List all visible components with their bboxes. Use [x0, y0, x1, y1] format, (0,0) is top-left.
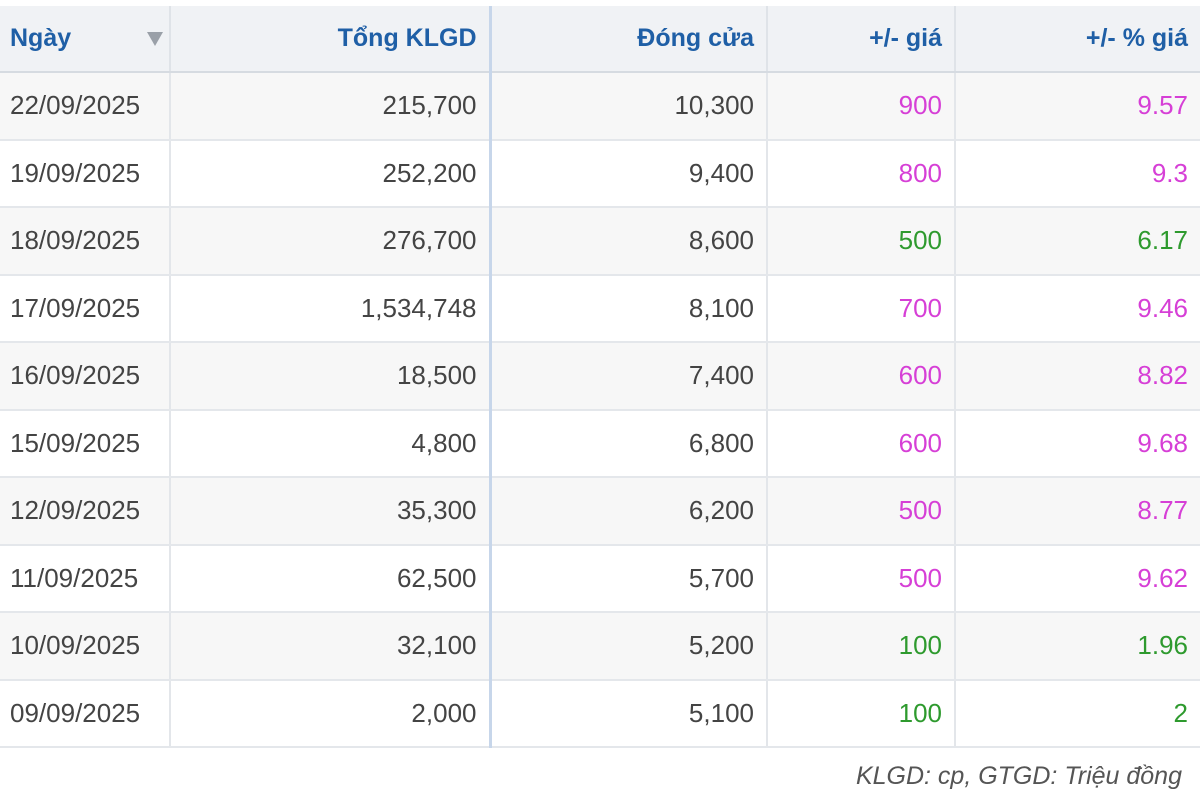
cell-volume: 32,100 — [170, 612, 492, 681]
cell-change-pct: 8.77 — [955, 477, 1200, 546]
header-volume[interactable]: Tổng KLGD — [170, 6, 492, 73]
cell-change: 600 — [767, 342, 956, 411]
cell-change: 500 — [767, 544, 956, 613]
cell-volume: 35,300 — [170, 477, 492, 546]
cell-date: 19/09/2025 — [0, 139, 171, 208]
cell-change-pct: 2 — [955, 679, 1200, 748]
cell-change: 100 — [767, 679, 956, 748]
cell-close: 5,200 — [490, 612, 768, 681]
cell-date: 22/09/2025 — [0, 72, 171, 141]
table-body: 22/09/2025 215,700 10,300 900 9.57 19/09/2025… — [0, 72, 1200, 748]
cell-change: 800 — [767, 139, 956, 208]
cell-volume: 1,534,748 — [170, 274, 492, 343]
cell-change: 900 — [767, 72, 956, 141]
header-date-label: Ngày — [10, 24, 72, 52]
cell-change-pct: 9.68 — [955, 409, 1200, 478]
cell-change-pct: 9.3 — [955, 139, 1200, 208]
cell-change-pct: 8.82 — [955, 342, 1200, 411]
cell-close: 9,400 — [490, 139, 768, 208]
cell-volume: 252,200 — [170, 139, 492, 208]
table-row[interactable]: 12/09/2025 35,300 6,200 500 8.77 — [0, 477, 1200, 546]
cell-volume: 2,000 — [170, 679, 492, 748]
cell-date: 11/09/2025 — [0, 544, 171, 613]
cell-change: 600 — [767, 409, 956, 478]
header-change[interactable]: +/- giá — [767, 6, 956, 73]
cell-close: 5,700 — [490, 544, 768, 613]
cell-change: 500 — [767, 477, 956, 546]
table-row[interactable]: 15/09/2025 4,800 6,800 600 9.68 — [0, 409, 1200, 478]
cell-close: 7,400 — [490, 342, 768, 411]
table-row[interactable]: 16/09/2025 18,500 7,400 600 8.82 — [0, 342, 1200, 411]
cell-change-pct: 6.17 — [955, 207, 1200, 276]
cell-date: 09/09/2025 — [0, 679, 171, 748]
cell-close: 8,600 — [490, 207, 768, 276]
header-close[interactable]: Đóng cửa — [490, 6, 768, 73]
cell-change: 700 — [767, 274, 956, 343]
table-row[interactable]: 19/09/2025 252,200 9,400 800 9.3 — [0, 139, 1200, 208]
cell-volume: 18,500 — [170, 342, 492, 411]
price-history-table: Ngày Tổng KLGD Đóng cửa +/- giá +/- % gi… — [0, 6, 1200, 748]
table-header-row: Ngày Tổng KLGD Đóng cửa +/- giá +/- % gi… — [0, 6, 1200, 73]
table-row[interactable]: 17/09/2025 1,534,748 8,100 700 9.46 — [0, 274, 1200, 343]
cell-volume: 4,800 — [170, 409, 492, 478]
cell-close: 6,800 — [490, 409, 768, 478]
units-footnote: KLGD: cp, GTGD: Triệu đồng — [855, 762, 1182, 790]
cell-date: 17/09/2025 — [0, 274, 171, 343]
sort-down-icon[interactable] — [147, 31, 163, 46]
cell-change-pct: 1.96 — [955, 612, 1200, 681]
cell-close: 6,200 — [490, 477, 768, 546]
cell-close: 8,100 — [490, 274, 768, 343]
cell-change: 500 — [767, 207, 956, 276]
header-date[interactable]: Ngày — [0, 6, 171, 73]
cell-change-pct: 9.46 — [955, 274, 1200, 343]
cell-change: 100 — [767, 612, 956, 681]
cell-volume: 215,700 — [170, 72, 492, 141]
cell-volume: 276,700 — [170, 207, 492, 276]
table-row[interactable]: 10/09/2025 32,100 5,200 100 1.96 — [0, 612, 1200, 681]
cell-change-pct: 9.62 — [955, 544, 1200, 613]
table-row[interactable]: 09/09/2025 2,000 5,100 100 2 — [0, 679, 1200, 748]
header-change-pct[interactable]: +/- % giá — [955, 6, 1200, 73]
price-history-panel: Ngày Tổng KLGD Đóng cửa +/- giá +/- % gi… — [0, 0, 1200, 800]
cell-close: 10,300 — [490, 72, 768, 141]
cell-change-pct: 9.57 — [955, 72, 1200, 141]
cell-volume: 62,500 — [170, 544, 492, 613]
table-row[interactable]: 22/09/2025 215,700 10,300 900 9.57 — [0, 72, 1200, 141]
cell-date: 18/09/2025 — [0, 207, 171, 276]
cell-date: 16/09/2025 — [0, 342, 171, 411]
cell-date: 15/09/2025 — [0, 409, 171, 478]
cell-date: 10/09/2025 — [0, 612, 171, 681]
table-row[interactable]: 18/09/2025 276,700 8,600 500 6.17 — [0, 207, 1200, 276]
cell-date: 12/09/2025 — [0, 477, 171, 546]
cell-close: 5,100 — [490, 679, 768, 748]
table-row[interactable]: 11/09/2025 62,500 5,700 500 9.62 — [0, 544, 1200, 613]
